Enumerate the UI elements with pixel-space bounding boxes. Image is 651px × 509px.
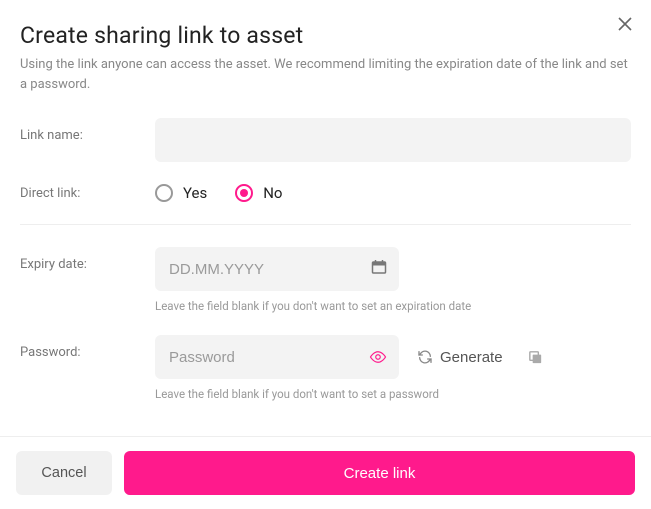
direct-link-radio-group: Yes No bbox=[155, 184, 631, 202]
cancel-button[interactable]: Cancel bbox=[16, 451, 112, 495]
generate-button[interactable]: Generate bbox=[417, 349, 503, 366]
password-label: Password: bbox=[20, 335, 155, 360]
dialog-subtitle: Using the link anyone can access the ass… bbox=[20, 55, 631, 94]
dialog-title: Create sharing link to asset bbox=[20, 22, 631, 49]
radio-icon-selected bbox=[235, 184, 253, 202]
close-button[interactable] bbox=[615, 14, 635, 34]
create-link-button[interactable]: Create link bbox=[124, 451, 635, 495]
generate-label: Generate bbox=[440, 349, 503, 366]
link-name-input[interactable] bbox=[155, 118, 631, 162]
radio-no-label: No bbox=[263, 184, 282, 202]
expiry-hint: Leave the field blank if you don't want … bbox=[155, 299, 631, 313]
dialog-footer: Cancel Create link bbox=[0, 436, 651, 509]
radio-yes-label: Yes bbox=[183, 184, 207, 202]
copy-icon[interactable] bbox=[527, 349, 544, 366]
password-hint: Leave the field blank if you don't want … bbox=[155, 387, 631, 401]
radio-icon bbox=[155, 184, 173, 202]
password-input[interactable] bbox=[155, 335, 399, 379]
expiry-date-input[interactable] bbox=[155, 247, 399, 291]
share-link-dialog: Create sharing link to asset Using the l… bbox=[0, 0, 651, 401]
direct-link-label: Direct link: bbox=[20, 184, 155, 201]
eye-icon[interactable] bbox=[369, 348, 387, 366]
radio-no[interactable]: No bbox=[235, 184, 282, 202]
link-name-label: Link name: bbox=[20, 118, 155, 143]
refresh-icon bbox=[417, 349, 433, 365]
radio-yes[interactable]: Yes bbox=[155, 184, 207, 202]
divider bbox=[20, 224, 631, 225]
close-icon bbox=[618, 17, 632, 31]
expiry-label: Expiry date: bbox=[20, 247, 155, 272]
